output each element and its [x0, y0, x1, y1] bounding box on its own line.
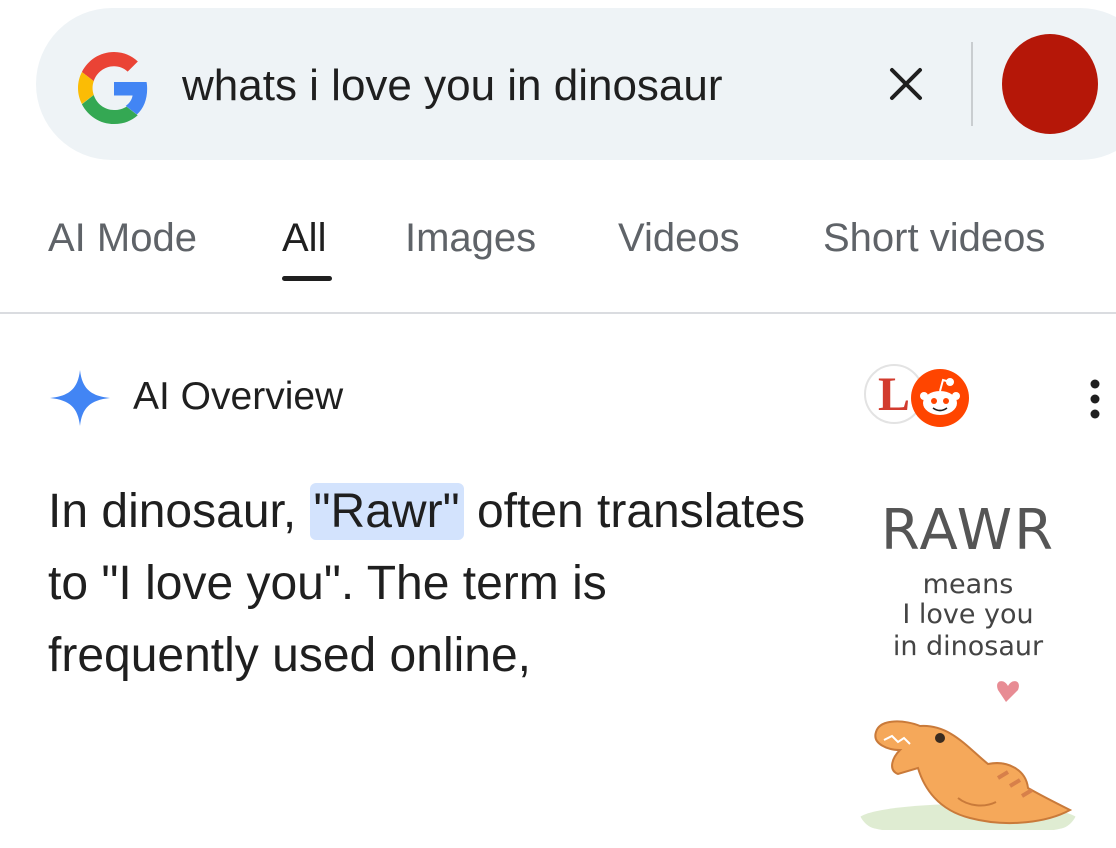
- tab-images[interactable]: Images: [405, 214, 536, 262]
- overview-text-start: In dinosaur,: [48, 485, 310, 538]
- highlighted-term[interactable]: "Rawr": [309, 483, 464, 540]
- google-g-icon: [78, 52, 148, 124]
- search-bar-divider: [971, 42, 973, 126]
- active-tab-indicator: [282, 276, 332, 281]
- search-tabs: AI Mode All Images Videos Short videos: [0, 206, 1116, 314]
- close-icon[interactable]: [884, 62, 928, 106]
- tabs-divider: [0, 312, 1116, 314]
- avatar[interactable]: [1002, 34, 1098, 134]
- reddit-icon: [911, 369, 969, 427]
- thumbnail-line-means: means: [922, 569, 1014, 600]
- thumbnail-line-love: I love you: [902, 599, 1034, 630]
- thumbnail-heading: RAWR: [880, 498, 1056, 563]
- source-icons[interactable]: L: [864, 362, 974, 432]
- ai-overview-text: In dinosaur, "Rawr" often translates to …: [48, 476, 828, 692]
- overview-thumbnail[interactable]: RAWR means I love you in dinosaur: [858, 488, 1078, 830]
- thumbnail-line-dinosaur: in dinosaur: [892, 631, 1044, 662]
- cartoon-dinosaur-illustration: [858, 681, 1078, 830]
- tab-ai-mode[interactable]: AI Mode: [48, 214, 197, 262]
- ai-overview-title: AI Overview: [133, 375, 344, 418]
- tab-videos[interactable]: Videos: [618, 214, 740, 262]
- tab-short-videos[interactable]: Short videos: [823, 214, 1045, 262]
- gemini-sparkle-icon: [50, 370, 110, 426]
- more-vert-icon[interactable]: [1080, 374, 1110, 424]
- search-input[interactable]: whats i love you in dinosaur: [182, 58, 723, 114]
- tab-all[interactable]: All: [282, 214, 326, 262]
